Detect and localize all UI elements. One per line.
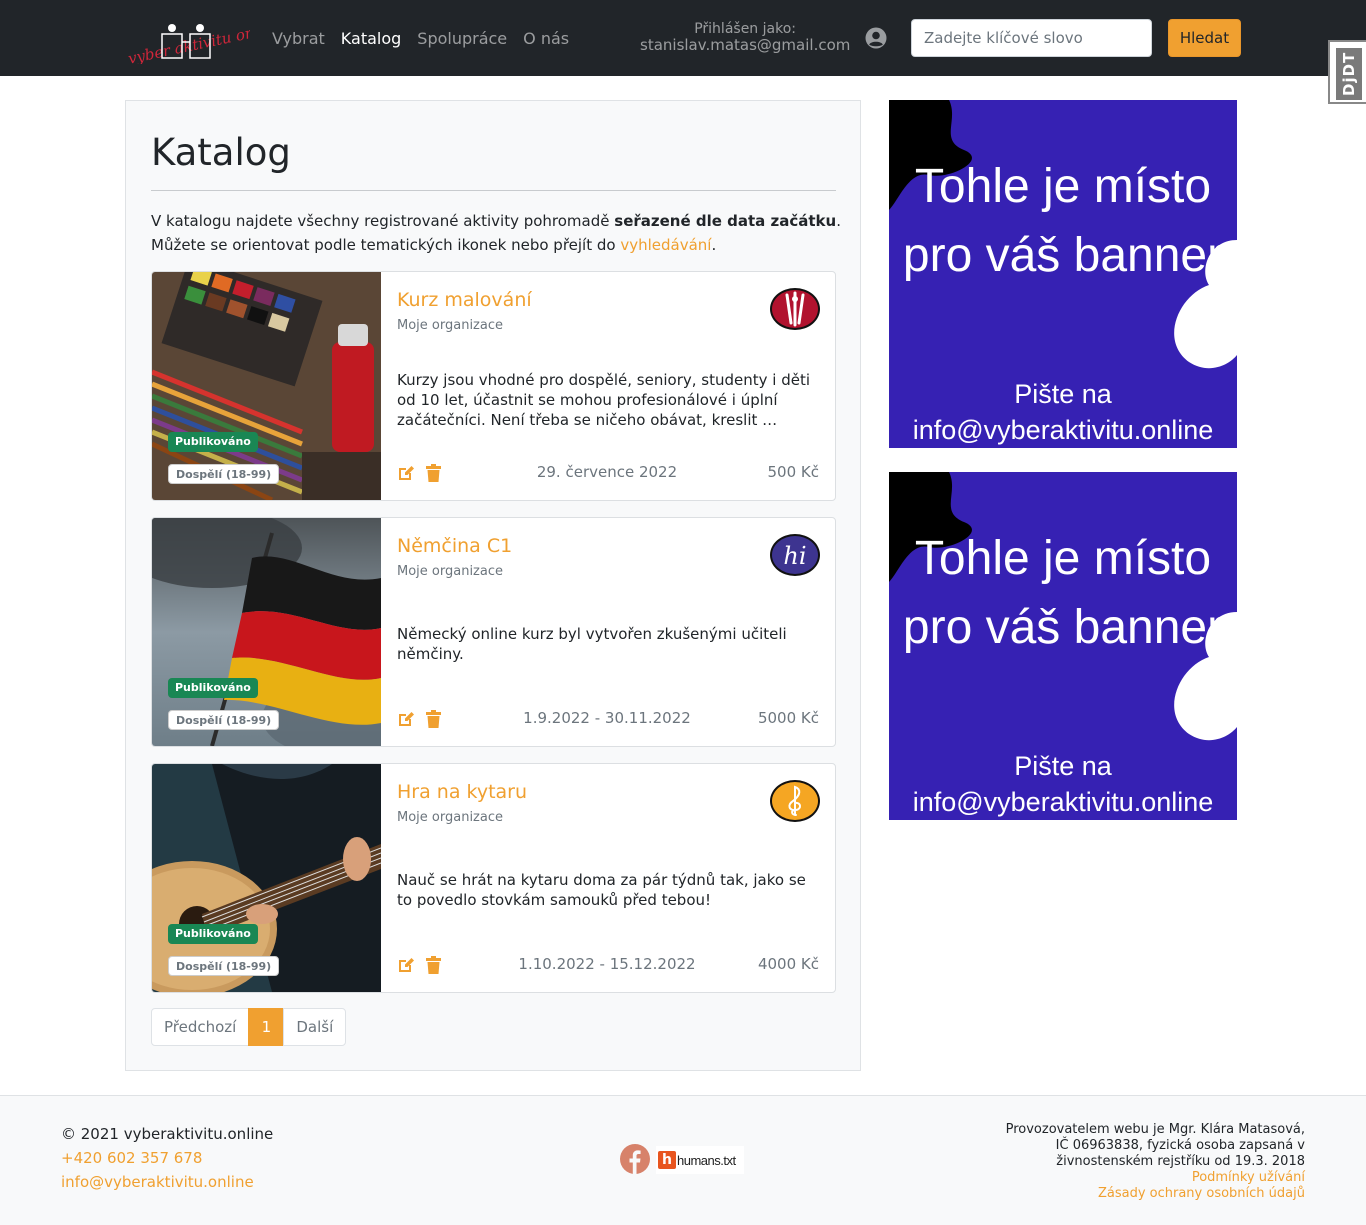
login-label: Přihlášen jako: <box>694 21 796 37</box>
activity-card[interactable]: Publikováno Dospělí (18-99) Němčina C1 M… <box>151 517 836 747</box>
activity-description: Německý online kurz byl vytvořen zkušený… <box>397 625 787 663</box>
site-logo[interactable]: vyber aktivitu online <box>124 12 283 68</box>
pagination-next[interactable]: Další <box>283 1008 347 1046</box>
edit-icon[interactable] <box>397 710 415 728</box>
nav-o-nas[interactable]: O nás <box>523 28 569 50</box>
footer-legal: Provozovatelem webu je Mgr. Klára Mataso… <box>1005 1122 1305 1202</box>
age-badge: Dospělí (18-99) <box>168 710 280 730</box>
activity-price: 4000 Kč <box>757 955 819 973</box>
pagination-previous[interactable]: Předchozí <box>151 1008 250 1046</box>
banner-contact: Pište na info@vyberaktivitu.online <box>889 376 1237 448</box>
login-email: stanislav.matas@gmail.com <box>640 36 851 54</box>
footer-copyright: © 2021 vyberaktivitu.online <box>61 1125 274 1143</box>
intro-text: V katalogu najdete všechny registrované … <box>151 209 841 257</box>
ad-banner[interactable]: Tohle je místo pro váš banner Pište na i… <box>889 472 1237 820</box>
status-badge: Publikováno <box>168 924 258 944</box>
operator-line2: IČ 06963838, fyzická osoba zapsaná v <box>1055 1138 1305 1153</box>
debug-toolbar-label: DjDT <box>1336 48 1362 100</box>
banner-email: info@vyberaktivitu.online <box>912 415 1214 445</box>
activity-title[interactable]: Hra na kytaru <box>397 781 527 803</box>
music-treble-clef-icon <box>769 779 821 823</box>
page-title: Katalog <box>151 131 291 174</box>
activity-title[interactable]: Kurz malování <box>397 289 532 311</box>
footer-phone-link[interactable]: +420 602 357 678 <box>61 1146 273 1170</box>
activity-price: 5000 Kč <box>757 709 819 727</box>
activity-organization: Moje organizace <box>397 318 503 333</box>
activity-image-guitar[interactable]: Publikováno Dospělí (18-99) <box>152 764 381 992</box>
footer: © 2021 vyberaktivitu.online +420 602 357… <box>0 1095 1366 1225</box>
facebook-icon[interactable] <box>620 1144 650 1174</box>
activity-card[interactable]: Publikováno Dospělí (18-99) Kurz malován… <box>151 271 836 501</box>
svg-text:vyber aktivitu online: vyber aktivitu online <box>126 18 250 64</box>
login-info: Přihlášen jako: stanislav.matas@gmail.co… <box>640 22 850 54</box>
trash-icon[interactable] <box>426 710 441 728</box>
intro-line2-end: . <box>711 236 717 254</box>
intro-bold: seřazené dle data začátku <box>614 212 837 230</box>
footer-contact: © 2021 vyberaktivitu.online +420 602 357… <box>61 1122 273 1194</box>
humans-txt-badge[interactable]: h humans.txt <box>656 1146 744 1174</box>
activity-date: 1.10.2022 - 15.12.2022 <box>518 955 696 973</box>
edit-icon[interactable] <box>397 956 415 974</box>
activity-organization: Moje organizace <box>397 810 503 825</box>
trash-icon[interactable] <box>426 956 441 974</box>
banner-headline: Tohle je místo pro váš banner <box>902 532 1224 654</box>
operator-line3: živnostenském rejstříku od 19.3. 2018 <box>1056 1154 1305 1169</box>
banner-line1: Pište na <box>1014 379 1112 409</box>
title-divider <box>151 190 836 191</box>
operator-line1: Provozovatelem webu je Mgr. Klára Mataso… <box>1005 1122 1305 1137</box>
activity-price: 500 Kč <box>767 463 819 481</box>
pagination: Předchozí 1 Další <box>151 1008 347 1046</box>
user-circle-icon[interactable] <box>865 27 887 49</box>
status-badge: Publikováno <box>168 678 258 698</box>
intro-line2: Můžete se orientovat podle tematických i… <box>151 236 621 254</box>
art-brushes-icon <box>769 287 821 331</box>
language-hi-label: hi <box>783 542 806 570</box>
trash-icon[interactable] <box>426 464 441 482</box>
language-hi-icon: hi <box>769 533 821 577</box>
terms-link[interactable]: Podmínky užívání <box>1005 1170 1305 1186</box>
activity-image-german-flag[interactable]: Publikováno Dospělí (18-99) <box>152 518 381 746</box>
edit-icon[interactable] <box>397 464 415 482</box>
footer-email-link[interactable]: info@vyberaktivitu.online <box>61 1170 273 1194</box>
search-button[interactable]: Hledat <box>1168 19 1241 57</box>
search-link[interactable]: vyhledávání <box>620 236 711 254</box>
intro-line1-end: . <box>836 212 841 230</box>
humans-txt-label: humans.txt <box>677 1152 736 1168</box>
nav-vybrat[interactable]: Vybrat <box>272 28 325 50</box>
activity-date: 1.9.2022 - 30.11.2022 <box>523 709 691 727</box>
age-badge: Dospělí (18-99) <box>168 464 280 484</box>
search-input[interactable] <box>911 19 1152 57</box>
banner-headline: Tohle je místo pro váš banner <box>902 160 1224 282</box>
ad-banner[interactable]: Tohle je místo pro váš banner Pište na i… <box>889 100 1237 448</box>
age-badge: Dospělí (18-99) <box>168 956 280 976</box>
banner-email: info@vyberaktivitu.online <box>912 787 1214 817</box>
status-badge: Publikováno <box>168 432 258 452</box>
activity-date: 29. července 2022 <box>536 463 678 481</box>
activity-image-painting[interactable]: Publikováno Dospělí (18-99) <box>152 272 381 500</box>
top-navbar: vyber aktivitu online Vybrat Katalog Spo… <box>0 0 1366 76</box>
activity-description: Kurzy jsou vhodné pro dospělé, seniory, … <box>397 371 810 429</box>
intro-line1: V katalogu najdete všechny registrované … <box>151 212 615 230</box>
main-nav: Vybrat Katalog Spolupráce O nás <box>272 28 569 50</box>
banner-line1: Pište na <box>1014 751 1112 781</box>
activity-organization: Moje organizace <box>397 564 503 579</box>
privacy-link[interactable]: Zásady ochrany osobních údajů <box>1005 1186 1305 1202</box>
activity-card[interactable]: Publikováno Dospělí (18-99) Hra na kytar… <box>151 763 836 993</box>
activity-title[interactable]: Němčina C1 <box>397 535 512 557</box>
activity-description: Nauč se hrát na kytaru doma za pár týdnů… <box>397 871 806 909</box>
catalog-panel: Katalog V katalogu najdete všechny regis… <box>125 100 861 1071</box>
pagination-page-1[interactable]: 1 <box>248 1008 285 1046</box>
banner-contact: Pište na info@vyberaktivitu.online <box>889 748 1237 820</box>
humans-logo-icon: h <box>658 1151 676 1169</box>
nav-katalog[interactable]: Katalog <box>341 28 401 50</box>
nav-spoluprace[interactable]: Spolupráce <box>417 28 507 50</box>
debug-toolbar-handle[interactable]: DjDT <box>1328 40 1366 104</box>
